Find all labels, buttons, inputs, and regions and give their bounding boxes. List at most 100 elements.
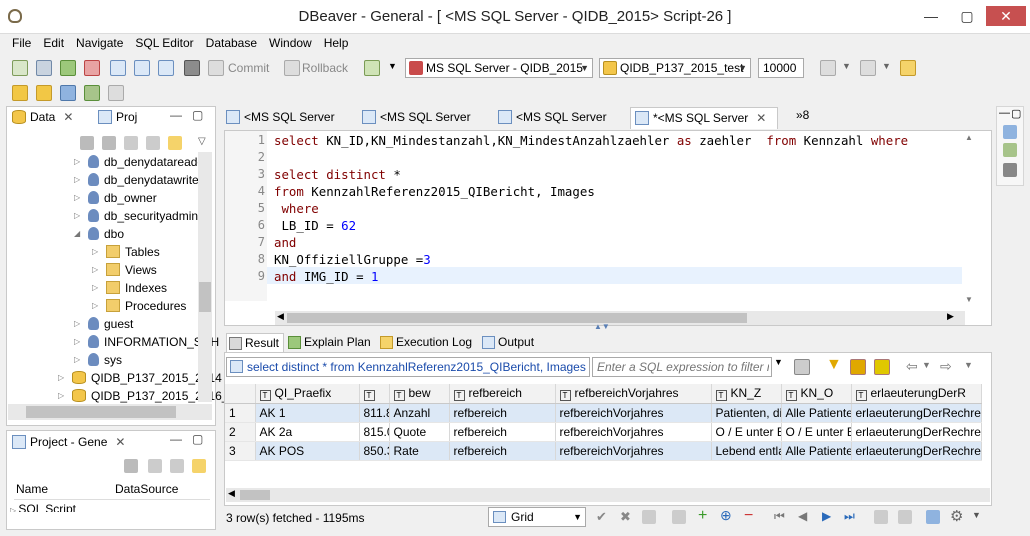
tab-output[interactable]: Output bbox=[480, 333, 534, 353]
disconnect-icon[interactable] bbox=[84, 60, 100, 76]
code-line[interactable]: LB_ID = 62 bbox=[274, 218, 356, 233]
gear-icon[interactable]: ⚙ bbox=[950, 507, 963, 525]
chevron-right-icon[interactable]: ▷ bbox=[92, 261, 98, 279]
scroll-left-icon[interactable]: ◀ bbox=[228, 488, 235, 499]
explain-plan-icon[interactable] bbox=[60, 85, 76, 101]
scroll-right-icon[interactable]: ▶ bbox=[947, 311, 954, 322]
tree-item[interactable]: ▷ Indexes bbox=[92, 279, 167, 297]
menu-database[interactable]: Database bbox=[200, 34, 263, 50]
minimize-panel-icon[interactable]: — bbox=[170, 108, 182, 122]
column-header[interactable]: T KN_Z bbox=[711, 384, 782, 404]
commit-button[interactable]: Commit bbox=[228, 61, 269, 75]
tree-horizontal-scrollbar[interactable] bbox=[8, 404, 212, 420]
chevron-right-icon[interactable]: ▷ bbox=[74, 315, 80, 333]
tab-overflow-button[interactable]: »8 bbox=[796, 108, 809, 122]
chevron-right-icon[interactable]: ▷ bbox=[92, 243, 98, 261]
column-datasource-header[interactable]: DataSource bbox=[115, 482, 178, 496]
copy-icon[interactable] bbox=[672, 510, 686, 524]
table-cell[interactable]: erlaeuterungDerRechreg bbox=[851, 441, 982, 461]
sash-toggle-icon[interactable]: ▲▼ bbox=[594, 322, 610, 331]
view-mode-combo[interactable]: Grid ▼ bbox=[488, 507, 586, 527]
bookmark-icon[interactable] bbox=[900, 60, 916, 76]
table-cell[interactable]: refbereichVorjahres bbox=[555, 422, 712, 442]
execute-arrow-icon[interactable] bbox=[364, 60, 380, 76]
rollback-icon[interactable] bbox=[284, 60, 300, 76]
column-header[interactable]: Trefbereich bbox=[449, 384, 556, 404]
menu-navigate[interactable]: Navigate bbox=[70, 34, 129, 50]
add-row-icon[interactable]: + bbox=[698, 507, 707, 525]
table-cell[interactable]: refbereichVorjahres bbox=[555, 441, 712, 461]
transaction-mode-icon[interactable] bbox=[184, 60, 200, 76]
sync-icon[interactable] bbox=[192, 459, 206, 473]
max-rows-input[interactable]: 10000 bbox=[758, 58, 804, 78]
table-cell[interactable]: erlaeuterungDerRechreg bbox=[851, 403, 982, 423]
back-arrow-icon[interactable]: ⇦ bbox=[906, 358, 918, 375]
code-line[interactable]: from KennzahlReferenz2015_QIBericht, Ima… bbox=[274, 184, 595, 199]
link-editor-icon[interactable] bbox=[102, 136, 116, 150]
table-row[interactable]: 1AK 1811.8AnzahlrefbereichrefbereichVorj… bbox=[225, 403, 982, 423]
edit-icon[interactable] bbox=[642, 510, 656, 524]
column-header[interactable]: T bbox=[359, 384, 390, 404]
maximize-panel-icon[interactable]: ▢ bbox=[192, 432, 203, 446]
properties-icon[interactable] bbox=[1003, 163, 1017, 177]
table-row[interactable]: 3AK POS850.3RaterefbereichrefbereichVorj… bbox=[225, 441, 982, 461]
tree-item[interactable]: ▷ guest bbox=[74, 315, 133, 333]
active-schema-combo[interactable]: QIDB_P137_2015_test ▼ bbox=[599, 58, 751, 78]
filter-settings-icon[interactable] bbox=[850, 359, 866, 375]
active-connection-combo[interactable]: MS SQL Server - QIDB_2015 ▼ bbox=[405, 58, 593, 78]
table-cell[interactable]: AK 1 bbox=[255, 403, 360, 423]
maximize-panel-icon[interactable]: ▢ bbox=[1011, 107, 1021, 120]
tree-item[interactable]: ▷ Procedures bbox=[92, 297, 186, 315]
outline-icon[interactable] bbox=[1003, 125, 1017, 139]
filter-icon[interactable] bbox=[146, 136, 160, 150]
execute-statement-icon[interactable] bbox=[12, 85, 28, 101]
table-cell[interactable]: AK POS bbox=[255, 441, 360, 461]
code-line[interactable]: and bbox=[274, 235, 296, 250]
execute-script-icon[interactable] bbox=[36, 85, 52, 101]
chevron-right-icon[interactable]: ▷ bbox=[74, 333, 80, 351]
refresh-icon[interactable] bbox=[124, 136, 138, 150]
editor-tab[interactable]: *<MS SQL Server ✕ bbox=[630, 107, 778, 129]
sync-icon[interactable] bbox=[168, 136, 182, 150]
row-number[interactable]: 1 bbox=[225, 403, 256, 423]
commit-icon[interactable] bbox=[208, 60, 224, 76]
tree-item[interactable]: ▷ db_securityadmin bbox=[74, 207, 198, 225]
chevron-down-icon[interactable]: ▼ bbox=[964, 360, 973, 370]
scroll-down-icon[interactable]: ▼ bbox=[965, 295, 973, 304]
column-header[interactable]: T KN_O bbox=[781, 384, 852, 404]
load-script-icon[interactable] bbox=[84, 85, 100, 101]
chevron-down-icon[interactable]: ▼ bbox=[972, 510, 981, 520]
view-menu-icon[interactable]: ▽ bbox=[198, 136, 206, 147]
editor-tab[interactable]: <MS SQL Server bbox=[222, 107, 352, 129]
close-icon[interactable]: ✕ bbox=[63, 110, 73, 124]
scroll-up-icon[interactable]: ▲ bbox=[965, 133, 973, 142]
tab-execution-log[interactable]: Execution Log bbox=[378, 333, 472, 353]
grid-corner[interactable] bbox=[225, 384, 256, 404]
tab-explain-plan[interactable]: Explain Plan bbox=[286, 333, 371, 353]
close-button[interactable]: ✕ bbox=[986, 6, 1026, 26]
export-icon[interactable] bbox=[108, 85, 124, 101]
new-connection-icon[interactable] bbox=[12, 60, 28, 76]
close-icon[interactable]: ✕ bbox=[115, 435, 125, 449]
sql-editor-icon[interactable] bbox=[110, 60, 126, 76]
layout-icon[interactable] bbox=[926, 510, 940, 524]
table-cell[interactable]: O / E unter E bbox=[781, 422, 852, 442]
table-row[interactable]: 2AK 2a815.0QuoterefbereichrefbereichVorj… bbox=[225, 422, 982, 442]
filter-icon[interactable]: ▼ bbox=[826, 356, 842, 374]
table-cell[interactable]: refbereichVorjahres bbox=[555, 403, 712, 423]
rollback-button[interactable]: Rollback bbox=[302, 61, 348, 75]
tree-vertical-scrollbar[interactable] bbox=[198, 152, 212, 402]
minimize-panel-icon[interactable]: — bbox=[999, 107, 1010, 119]
table-cell[interactable]: refbereich bbox=[449, 422, 556, 442]
chevron-down-icon[interactable]: ▼ bbox=[774, 357, 783, 367]
table-cell[interactable]: 815.0 bbox=[359, 422, 390, 442]
open-script-icon[interactable] bbox=[158, 60, 174, 76]
tree-item[interactable]: ▷ db_owner bbox=[74, 189, 157, 207]
filter-history-icon[interactable] bbox=[874, 359, 890, 375]
code-line[interactable]: where bbox=[274, 201, 318, 216]
chevron-right-icon[interactable]: ▷ bbox=[74, 153, 80, 171]
code-line[interactable]: select distinct * bbox=[274, 167, 401, 182]
column-header[interactable]: T QI_Praefix bbox=[255, 384, 360, 404]
refresh-icon[interactable] bbox=[1003, 143, 1017, 157]
chevron-down-icon[interactable]: ▼ bbox=[882, 61, 891, 71]
